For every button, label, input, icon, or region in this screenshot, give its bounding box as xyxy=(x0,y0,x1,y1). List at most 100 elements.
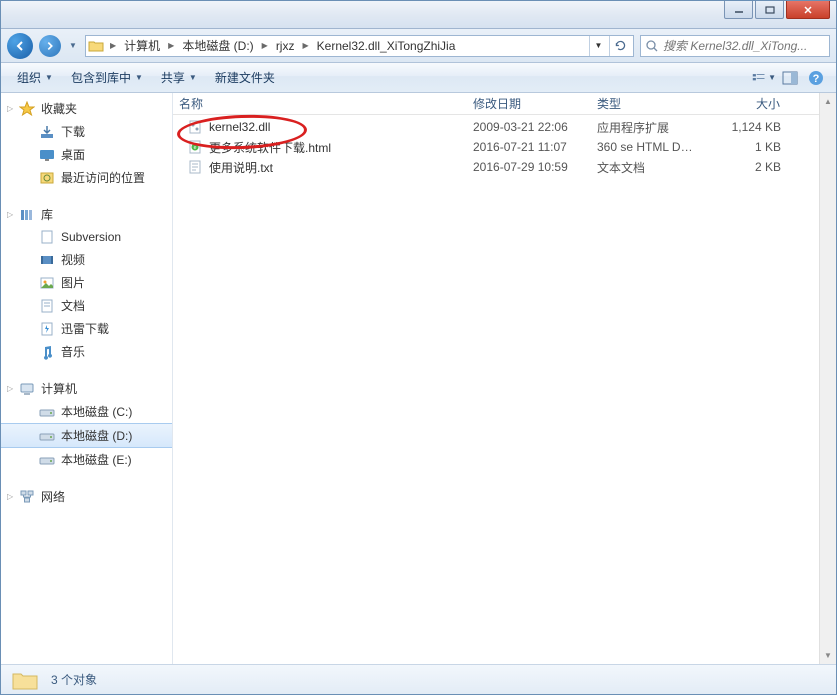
file-list: kernel32.dll 2009-03-21 22:06 应用程序扩展 1,1… xyxy=(173,115,836,179)
sidebar-item-downloads[interactable]: 下载 xyxy=(1,120,172,143)
breadcrumb-segment[interactable]: rjxz xyxy=(272,36,299,56)
breadcrumb-segment[interactable]: 计算机 xyxy=(120,36,164,56)
column-name[interactable]: 名称 xyxy=(173,95,467,112)
scrollbar[interactable]: ▲ ▼ xyxy=(819,93,836,664)
view-options-button[interactable]: ▼ xyxy=(752,66,776,90)
status-text: 3 个对象 xyxy=(51,671,97,688)
column-type[interactable]: 类型 xyxy=(591,95,703,112)
nav-forward-button[interactable] xyxy=(39,35,61,57)
chevron-right-icon[interactable]: ▶ xyxy=(260,41,270,50)
address-bar[interactable]: ▶ 计算机 ▶ 本地磁盘 (D:) ▶ rjxz ▶ Kernel32.dll_… xyxy=(85,35,634,57)
close-button[interactable] xyxy=(786,1,830,19)
music-icon xyxy=(39,344,55,360)
include-library-button[interactable]: 包含到库中▼ xyxy=(63,65,151,90)
file-row[interactable]: e 更多系统软件下载.html 2016-07-21 11:07 360 se … xyxy=(173,137,836,157)
video-icon xyxy=(39,252,55,268)
file-icon xyxy=(39,229,55,245)
sidebar-item-subversion[interactable]: Subversion xyxy=(1,226,172,248)
nav-label: 迅雷下载 xyxy=(61,320,109,337)
svg-text:?: ? xyxy=(813,73,820,85)
sidebar-item-drive-c[interactable]: 本地磁盘 (C:) xyxy=(1,400,172,423)
nav-label: 音乐 xyxy=(61,343,85,360)
star-icon xyxy=(19,101,35,117)
preview-pane-button[interactable] xyxy=(778,66,802,90)
sidebar-item-thunder[interactable]: 迅雷下载 xyxy=(1,317,172,340)
file-type: 360 se HTML Do... xyxy=(591,140,703,154)
minimize-button[interactable] xyxy=(724,1,753,19)
maximize-button[interactable] xyxy=(755,1,784,19)
nav-group-computer: ▷ 计算机 本地磁盘 (C:) 本地磁盘 (D:) 本地磁盘 (E:) xyxy=(1,377,172,471)
toolbar: 组织▼ 包含到库中▼ 共享▼ 新建文件夹 ▼ ? xyxy=(1,63,836,93)
file-name: kernel32.dll xyxy=(209,120,270,134)
body: ▷ 收藏夹 下载 桌面 最近访问的位置 xyxy=(1,93,836,664)
search-box[interactable] xyxy=(640,35,830,57)
sidebar-item-desktop[interactable]: 桌面 xyxy=(1,143,172,166)
network-icon xyxy=(19,489,35,505)
drive-icon xyxy=(39,428,55,444)
computer-header[interactable]: ▷ 计算机 xyxy=(1,377,172,400)
share-button[interactable]: 共享▼ xyxy=(153,65,205,90)
favorites-header[interactable]: ▷ 收藏夹 xyxy=(1,97,172,120)
search-icon xyxy=(645,39,659,53)
sidebar-item-recent[interactable]: 最近访问的位置 xyxy=(1,166,172,189)
chevron-down-icon: ▷ xyxy=(7,210,16,219)
refresh-button[interactable] xyxy=(609,35,631,57)
nav-history-dropdown[interactable]: ▼ xyxy=(67,41,79,50)
nav-label: 文档 xyxy=(61,297,85,314)
titlebar xyxy=(1,1,836,29)
desktop-icon xyxy=(39,147,55,163)
nav-label: 库 xyxy=(41,206,53,223)
chevron-right-icon[interactable]: ▶ xyxy=(166,41,176,50)
libraries-header[interactable]: ▷ 库 xyxy=(1,203,172,226)
file-row[interactable]: 使用说明.txt 2016-07-29 10:59 文本文档 2 KB xyxy=(173,157,836,177)
column-headers: 名称 修改日期 类型 大小 xyxy=(173,93,836,115)
chevron-down-icon: ▷ xyxy=(7,384,16,393)
breadcrumb-segment[interactable]: Kernel32.dll_XiTongZhiJia xyxy=(313,36,460,56)
nav-group-network: ▷ 网络 xyxy=(1,485,172,508)
nav-label: 本地磁盘 (D:) xyxy=(61,427,132,444)
network-header[interactable]: ▷ 网络 xyxy=(1,485,172,508)
file-date: 2009-03-21 22:06 xyxy=(467,120,591,134)
sidebar-item-drive-d[interactable]: 本地磁盘 (D:) xyxy=(1,423,172,448)
file-size: 2 KB xyxy=(703,160,787,174)
folder-icon xyxy=(9,668,41,692)
breadcrumb-segment[interactable]: 本地磁盘 (D:) xyxy=(178,36,257,56)
download-icon xyxy=(39,124,55,140)
navigation-pane: ▷ 收藏夹 下载 桌面 最近访问的位置 xyxy=(1,93,173,664)
file-name: 使用说明.txt xyxy=(209,159,273,176)
file-type: 文本文档 xyxy=(591,159,703,176)
nav-label: Subversion xyxy=(61,230,121,244)
column-size[interactable]: 大小 xyxy=(703,95,787,112)
nav-label: 视频 xyxy=(61,251,85,268)
nav-label: 计算机 xyxy=(41,380,77,397)
sidebar-item-music[interactable]: 音乐 xyxy=(1,340,172,363)
new-folder-button[interactable]: 新建文件夹 xyxy=(207,65,283,90)
file-size: 1 KB xyxy=(703,140,787,154)
sidebar-item-drive-e[interactable]: 本地磁盘 (E:) xyxy=(1,448,172,471)
sidebar-item-pictures[interactable]: 图片 xyxy=(1,271,172,294)
svg-text:e: e xyxy=(194,145,197,151)
txt-file-icon xyxy=(187,159,203,175)
nav-label: 网络 xyxy=(41,488,65,505)
sidebar-item-videos[interactable]: 视频 xyxy=(1,248,172,271)
window-controls xyxy=(724,1,830,19)
file-name: 更多系统软件下载.html xyxy=(209,139,331,156)
file-row[interactable]: kernel32.dll 2009-03-21 22:06 应用程序扩展 1,1… xyxy=(173,117,836,137)
column-date[interactable]: 修改日期 xyxy=(467,95,591,112)
search-input[interactable] xyxy=(663,39,825,53)
address-dropdown[interactable]: ▼ xyxy=(589,35,607,57)
file-date: 2016-07-21 11:07 xyxy=(467,140,591,154)
chevron-right-icon[interactable]: ▶ xyxy=(300,41,310,50)
chevron-down-icon: ▷ xyxy=(7,492,16,501)
organize-button[interactable]: 组织▼ xyxy=(9,65,61,90)
sidebar-item-documents[interactable]: 文档 xyxy=(1,294,172,317)
help-button[interactable]: ? xyxy=(804,66,828,90)
scroll-down-icon[interactable]: ▼ xyxy=(820,647,836,664)
nav-label: 本地磁盘 (E:) xyxy=(61,451,132,468)
nav-back-button[interactable] xyxy=(7,33,33,59)
download-icon xyxy=(39,321,55,337)
explorer-window: ▼ ▶ 计算机 ▶ 本地磁盘 (D:) ▶ rjxz ▶ Kernel32.dl… xyxy=(0,0,837,695)
scroll-up-icon[interactable]: ▲ xyxy=(820,93,836,110)
library-icon xyxy=(19,207,35,223)
chevron-right-icon[interactable]: ▶ xyxy=(108,41,118,50)
